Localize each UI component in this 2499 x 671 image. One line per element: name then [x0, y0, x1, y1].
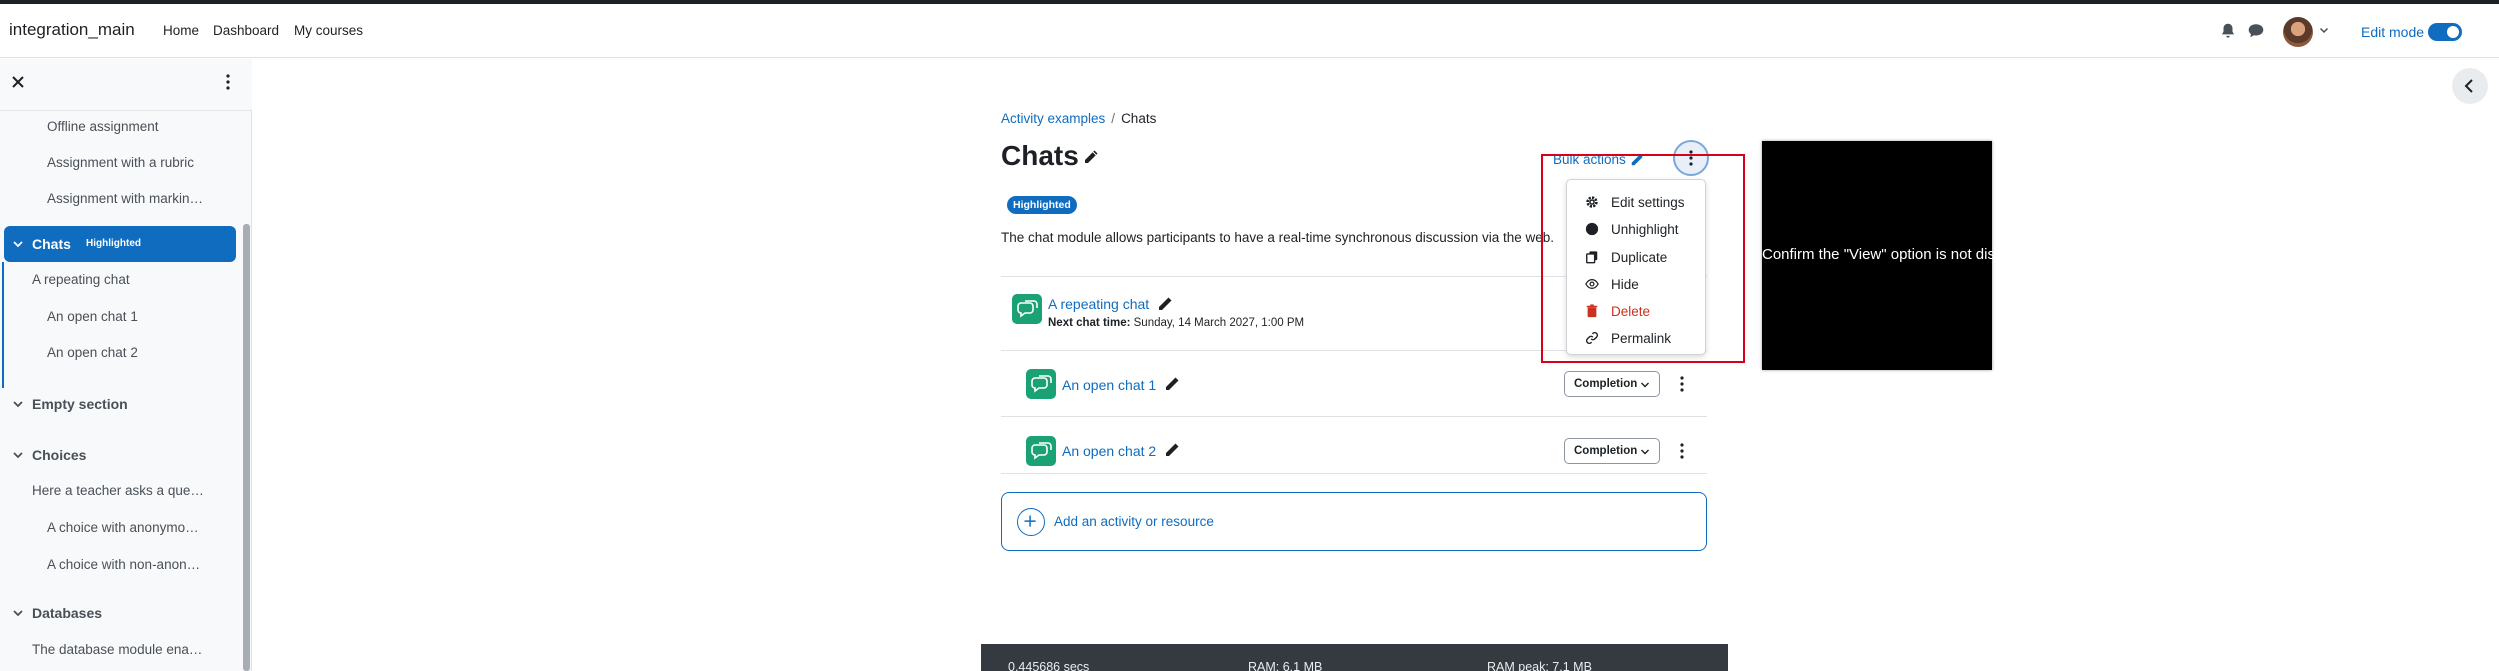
chat-icon: [1026, 436, 1056, 466]
divider: [1001, 473, 1707, 474]
chevron-down-icon: [1641, 382, 1649, 388]
annotation-text: Confirm the "View" option is not display…: [1762, 246, 2044, 263]
add-activity-label: Add an activity or resource: [1054, 514, 1214, 529]
pencil-icon[interactable]: [1164, 442, 1180, 458]
nav-my-courses-link[interactable]: My courses: [294, 23, 363, 38]
next-chat-time: Next chat time: Sunday, 14 March 2027, 1…: [1048, 317, 1304, 329]
breadcrumb: Activity examples / Chats: [1001, 111, 1156, 126]
nav-home-link[interactable]: Home: [163, 23, 199, 38]
site-name[interactable]: integration_main: [9, 20, 135, 40]
kebab-menu-icon[interactable]: [220, 73, 236, 91]
completion-dropdown[interactable]: Completion: [1564, 371, 1660, 397]
next-chat-value: Sunday, 14 March 2027, 1:00 PM: [1133, 317, 1305, 329]
completion-label: Completion: [1574, 445, 1638, 457]
breadcrumb-link[interactable]: Activity examples: [1001, 111, 1105, 126]
chat-icon: [1026, 369, 1056, 399]
activity-link[interactable]: An open chat 1: [1062, 377, 1156, 393]
course-index-item[interactable]: A repeating chat: [32, 272, 130, 287]
section-summary: The chat module allows participants to h…: [1001, 230, 1555, 245]
course-index-item[interactable]: Here a teacher asks a que…: [32, 483, 204, 498]
kebab-menu-icon[interactable]: [1676, 375, 1688, 393]
annotation-box: Confirm the "View" option is not display…: [1762, 141, 2044, 370]
close-icon[interactable]: [10, 74, 26, 90]
add-activity-button[interactable]: Add an activity or resource: [1001, 492, 1707, 551]
course-index-section-chats[interactable]: Chats Highlighted: [4, 226, 236, 262]
course-index: Offline assignment Assignment with a rub…: [0, 111, 244, 671]
course-index-drawer: Offline assignment Assignment with a rub…: [0, 59, 252, 671]
course-index-section[interactable]: Empty section: [32, 396, 128, 412]
page-title: Chats: [1001, 140, 1079, 171]
drawer-header: [0, 59, 252, 111]
edit-mode-label: Edit mode: [2361, 24, 2425, 40]
course-index-item[interactable]: A choice with non-anon…: [47, 557, 200, 572]
course-index-item[interactable]: The database module ena…: [32, 642, 202, 657]
pencil-icon[interactable]: [1083, 149, 1099, 165]
course-index-item[interactable]: An open chat 2: [47, 345, 138, 360]
breadcrumb-separator: /: [1111, 111, 1116, 126]
course-index-item[interactable]: Assignment with markin…: [47, 191, 203, 206]
active-section-indicator: [2, 262, 4, 388]
footer-time: 0.445686 secs: [1008, 660, 1090, 671]
pencil-icon[interactable]: [1164, 376, 1180, 392]
block-drawer-toggle[interactable]: [2452, 68, 2488, 104]
course-index-item[interactable]: Offline assignment: [47, 119, 159, 134]
footer-ram-peak: RAM peak: 7.1 MB: [1487, 660, 1592, 671]
divider: [1001, 416, 1707, 417]
drawer-scrollbar[interactable]: [243, 224, 250, 671]
completion-label: Completion: [1574, 378, 1638, 390]
message-icon[interactable]: [2247, 22, 2265, 40]
kebab-menu-icon[interactable]: [1676, 442, 1688, 460]
chevron-down-icon: [1641, 449, 1649, 455]
highlighted-badge: Highlighted: [86, 238, 141, 249]
plus-icon: [1017, 508, 1045, 536]
course-index-item[interactable]: A choice with anonymo…: [47, 520, 199, 535]
activity-link[interactable]: A repeating chat: [1048, 296, 1149, 312]
user-avatar[interactable]: [2283, 17, 2313, 47]
nav-dashboard-link[interactable]: Dashboard: [213, 23, 279, 38]
chat-icon: [1012, 294, 1042, 324]
pencil-icon[interactable]: [1157, 296, 1173, 312]
top-navbar: integration_main Home Dashboard My cours…: [0, 4, 2499, 58]
activity-link[interactable]: An open chat 2: [1062, 443, 1156, 459]
chevron-left-icon: [2464, 79, 2473, 93]
chevron-down-icon[interactable]: [12, 607, 24, 619]
bell-icon[interactable]: [2219, 22, 2237, 40]
chevron-down-icon[interactable]: [12, 449, 24, 461]
edit-mode-toggle[interactable]: [2428, 23, 2462, 41]
course-index-item[interactable]: An open chat 1: [47, 309, 138, 324]
course-index-section[interactable]: Databases: [32, 605, 102, 621]
section-label: Chats: [32, 236, 71, 252]
annotation-highlight-frame: [1541, 154, 1745, 363]
highlighted-badge: Highlighted: [1007, 196, 1077, 214]
chevron-down-icon[interactable]: [12, 398, 24, 410]
chevron-down-icon[interactable]: [2318, 24, 2330, 36]
performance-footer: 0.445686 secs RAM: 6.1 MB RAM peak: 7.1 …: [981, 644, 1728, 671]
next-chat-label: Next chat time:: [1048, 317, 1131, 329]
chevron-down-icon[interactable]: [12, 238, 24, 250]
breadcrumb-current: Chats: [1121, 111, 1157, 126]
course-index-item[interactable]: Assignment with a rubric: [47, 155, 194, 170]
completion-dropdown[interactable]: Completion: [1564, 438, 1660, 464]
course-index-section[interactable]: Choices: [32, 447, 86, 463]
footer-ram: RAM: 6.1 MB: [1248, 660, 1323, 671]
